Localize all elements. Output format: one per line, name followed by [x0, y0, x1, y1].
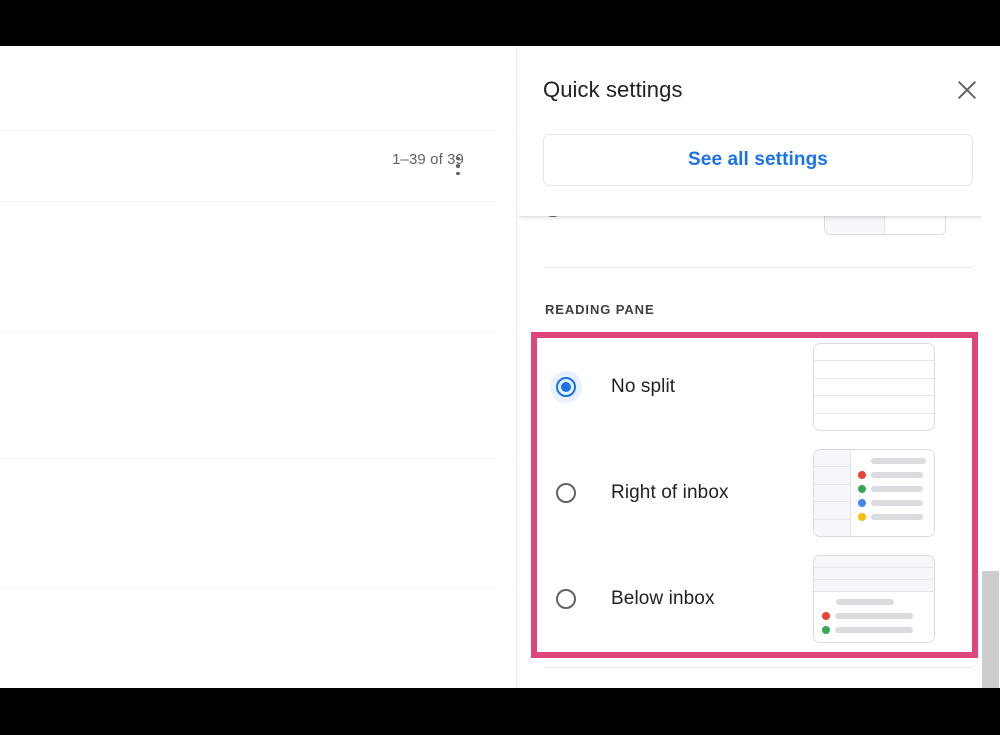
mail-list-scrollbar[interactable]	[496, 46, 512, 688]
radio-no-split[interactable]	[556, 377, 576, 397]
quick-settings-header: Quick settings See all settings	[517, 46, 1000, 216]
list-divider	[0, 201, 516, 202]
right-of-inbox-thumbnail	[813, 449, 935, 537]
app-viewport: 1–39 of 39 Customize	[0, 46, 1000, 688]
radio-below-inbox[interactable]	[556, 589, 576, 609]
below-inbox-thumbnail	[813, 555, 935, 643]
close-icon[interactable]	[953, 76, 981, 104]
reading-pane-option-below-inbox[interactable]: Below inbox	[545, 546, 965, 652]
reading-pane-section-label: READING PANE	[545, 302, 655, 317]
screen: 1–39 of 39 Customize	[0, 0, 1000, 735]
section-divider	[545, 667, 973, 668]
no-split-thumbnail	[813, 343, 935, 431]
quick-settings-scrollbar-thumb[interactable]	[982, 571, 999, 688]
quick-settings-scrollbar[interactable]	[981, 46, 1000, 688]
see-all-settings-button[interactable]: See all settings	[543, 134, 973, 186]
mail-list-region: 1–39 of 39	[0, 46, 516, 688]
option-label: Right of inbox	[611, 482, 729, 504]
letterbox-bottom	[0, 688, 1000, 735]
radio-right-of-inbox[interactable]	[556, 483, 576, 503]
kebab-menu-icon[interactable]	[446, 152, 470, 180]
letterbox-top	[0, 0, 1000, 46]
list-divider	[0, 458, 516, 459]
panel-title: Quick settings	[543, 77, 683, 103]
list-divider	[0, 130, 516, 131]
reading-pane-option-right-of-inbox[interactable]: Right of inbox	[545, 440, 965, 546]
list-divider	[0, 332, 516, 333]
option-label: No split	[611, 376, 675, 398]
option-label: Below inbox	[611, 588, 715, 610]
quick-settings-panel: Customize READING PANE No split	[516, 46, 1000, 688]
list-divider	[0, 588, 516, 589]
reading-pane-option-no-split[interactable]: No split	[545, 334, 965, 440]
section-divider	[545, 267, 973, 268]
